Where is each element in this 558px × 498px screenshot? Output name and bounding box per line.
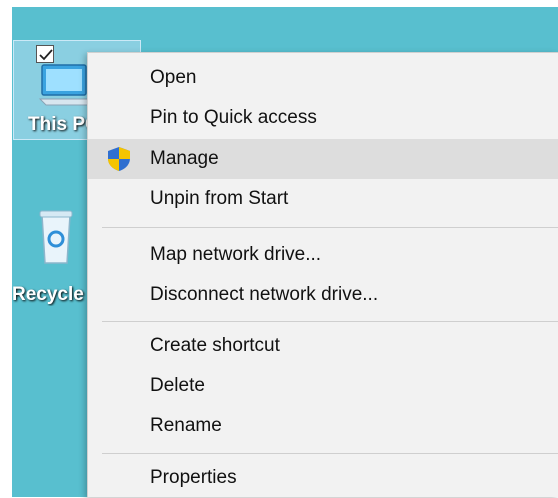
menu-item-label: Disconnect network drive... [150,284,379,305]
menu-item-map-network-drive[interactable]: Map network drive... [88,235,558,275]
menu-separator [102,453,558,454]
menu-item-manage[interactable]: Manage [88,139,558,179]
recycle-bin-icon [39,210,73,264]
menu-item-unpin-from-start[interactable]: Unpin from Start [88,179,558,219]
menu-separator [102,321,558,322]
menu-item-open[interactable]: Open [88,58,558,98]
menu-item-label: Unpin from Start [150,188,289,209]
menu-item-label: Rename [150,415,222,436]
context-menu: Open Pin to Quick access Manage Unpin fr… [87,52,558,497]
menu-item-label: Map network drive... [150,244,322,265]
menu-item-label: Delete [150,375,205,396]
menu-item-rename[interactable]: Rename [88,406,558,446]
menu-item-delete[interactable]: Delete [88,366,558,406]
menu-item-pin-to-quick-access[interactable]: Pin to Quick access [88,98,558,138]
menu-separator [102,227,558,228]
menu-item-properties[interactable]: Properties [88,458,558,498]
menu-item-label: Pin to Quick access [150,107,317,128]
uac-shield-icon [108,147,130,171]
menu-item-disconnect-network-drive[interactable]: Disconnect network drive... [88,275,558,315]
menu-item-label: Manage [150,148,219,169]
menu-item-label: Properties [150,467,237,488]
menu-item-create-shortcut[interactable]: Create shortcut [88,326,558,366]
menu-item-label: Open [150,67,197,88]
menu-item-label: Create shortcut [150,335,280,356]
